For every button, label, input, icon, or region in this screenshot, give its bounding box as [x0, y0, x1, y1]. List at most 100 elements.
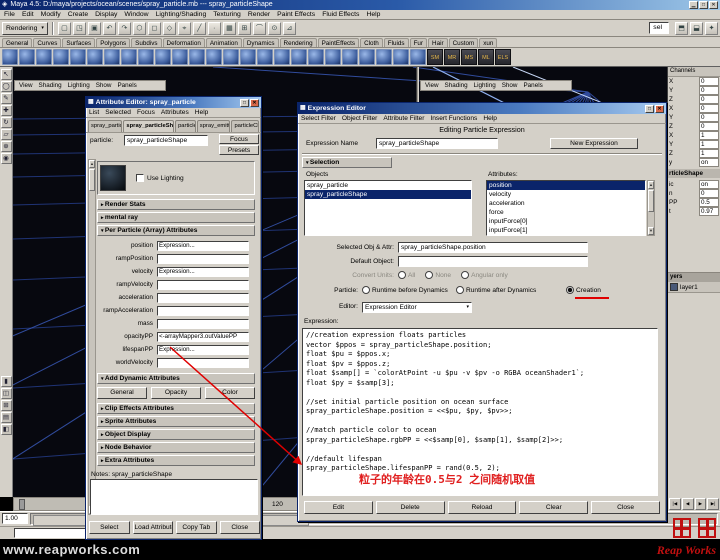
- attribute-value-field[interactable]: [157, 254, 249, 264]
- node-tab[interactable]: particleClo: [231, 120, 259, 132]
- shelf-item-icon[interactable]: [308, 49, 324, 65]
- layer-item[interactable]: layer1: [668, 282, 720, 293]
- render-globals-icon[interactable]: ✦: [705, 22, 718, 35]
- shelf-tab[interactable]: Fur: [410, 38, 427, 47]
- footer-button[interactable]: Select: [89, 521, 130, 534]
- channel-box-menu[interactable]: Channels: [668, 67, 720, 77]
- scroll-up-icon[interactable]: ▲: [648, 181, 654, 189]
- node-tab[interactable]: spray_particle: [88, 120, 122, 132]
- attribute-value-field[interactable]: [157, 293, 249, 303]
- expression-text-area[interactable]: //creation expression floats particlesve…: [302, 328, 658, 496]
- shelf-item-icon[interactable]: [70, 49, 86, 65]
- expression-name-field[interactable]: spray_particleShape: [376, 138, 498, 149]
- menubar-item[interactable]: Fluid Effects: [322, 10, 359, 19]
- shelf-item-icon[interactable]: [291, 49, 307, 65]
- section-render-stats[interactable]: Render Stats: [97, 199, 255, 210]
- shelf-item-icon[interactable]: [2, 49, 18, 65]
- lasso-tool-icon[interactable]: ◯: [1, 81, 12, 92]
- runtime-after-dynamics-radio[interactable]: Runtime after Dynamics: [456, 286, 536, 294]
- shelf-item-icon[interactable]: [257, 49, 273, 65]
- menubar-item[interactable]: Create: [68, 10, 88, 19]
- menubar-item[interactable]: Lighting/Shading: [156, 10, 207, 19]
- selected-obj-field[interactable]: spray_particleShape.position: [398, 242, 588, 253]
- panel-menu-item[interactable]: Show: [96, 81, 112, 90]
- channel-value-field[interactable]: 0.97: [699, 207, 719, 216]
- menu-item[interactable]: Select Filter: [301, 114, 336, 123]
- maximize-icon[interactable]: □: [645, 105, 654, 113]
- menu-item[interactable]: List: [89, 108, 99, 117]
- add-attribute-button[interactable]: Color: [205, 387, 255, 399]
- shelf-item-icon[interactable]: [325, 49, 341, 65]
- channel-value-field[interactable]: on: [699, 180, 719, 189]
- menubar-item[interactable]: Window: [124, 10, 148, 19]
- attribute-value-field[interactable]: Expression...: [157, 241, 249, 251]
- close-icon[interactable]: ✕: [655, 105, 664, 113]
- panel-menu-item[interactable]: View: [425, 81, 439, 90]
- step-forward-icon[interactable]: ▶|: [707, 498, 719, 510]
- two-pane-layout-icon[interactable]: ◫: [1, 388, 12, 399]
- shelf-item-icon[interactable]: [410, 49, 426, 65]
- shelf-tab[interactable]: Fluids: [384, 38, 409, 47]
- footer-button[interactable]: Reload: [448, 501, 517, 514]
- section-mental-ray[interactable]: mental ray: [97, 212, 255, 223]
- menubar-item[interactable]: File: [4, 10, 15, 19]
- attribute-list-item[interactable]: velocity: [487, 190, 645, 199]
- select-tool-icon[interactable]: ↖: [1, 69, 12, 80]
- section-add-dynamic[interactable]: Add Dynamic Attributes: [97, 373, 255, 384]
- shelf-tab[interactable]: Rendering: [280, 38, 317, 47]
- menu-item[interactable]: Insert Functions: [430, 114, 477, 123]
- move-tool-icon[interactable]: ✚: [1, 105, 12, 116]
- channel-value-field[interactable]: 0: [699, 113, 719, 122]
- panel-menu-item[interactable]: View: [19, 81, 33, 90]
- quick-select-field[interactable]: sel: [649, 22, 669, 34]
- menubar-item[interactable]: Help: [366, 10, 380, 19]
- attribute-value-field[interactable]: [157, 358, 249, 368]
- panel-menu-item[interactable]: Shading: [39, 81, 62, 90]
- presets-button[interactable]: Presets: [219, 145, 259, 155]
- shelf-tab[interactable]: Hair: [428, 38, 448, 47]
- maximize-icon[interactable]: □: [240, 99, 249, 107]
- panel-menu-item[interactable]: Lighting: [68, 81, 90, 90]
- menubar-item[interactable]: Texturing: [213, 10, 241, 19]
- attribute-value-field[interactable]: [157, 306, 249, 316]
- maximize-icon[interactable]: □: [699, 1, 708, 9]
- node-name-field[interactable]: spray_particleShape: [124, 135, 208, 146]
- redo-icon[interactable]: ↷: [118, 22, 131, 35]
- menubar-item[interactable]: Render: [248, 10, 270, 19]
- menu-item[interactable]: Attributes: [161, 108, 189, 117]
- footer-button[interactable]: Close: [591, 501, 660, 514]
- object-list-item[interactable]: spray_particleShape: [305, 190, 471, 199]
- shelf-item-icon[interactable]: [189, 49, 205, 65]
- attribute-list-item[interactable]: position: [487, 181, 645, 190]
- mentalray-shelf-icon[interactable]: SM: [427, 49, 443, 65]
- add-attribute-button[interactable]: General: [97, 387, 147, 399]
- menu-item[interactable]: Help: [195, 108, 209, 117]
- focus-button[interactable]: Focus: [219, 134, 259, 144]
- shelf-item-icon[interactable]: [53, 49, 69, 65]
- snap-to-plane-icon[interactable]: ⊿: [283, 22, 296, 35]
- section-header[interactable]: Clip Effects Attributes: [97, 403, 255, 414]
- shelf-item-icon[interactable]: [138, 49, 154, 65]
- close-icon[interactable]: ✕: [709, 1, 718, 9]
- menu-item[interactable]: Attribute Filter: [383, 114, 424, 123]
- attribute-list-item[interactable]: inputForce[1]: [487, 226, 645, 235]
- panel-menu-item[interactable]: Shading: [445, 81, 468, 90]
- channel-value-field[interactable]: 0: [699, 189, 719, 198]
- use-lighting-checkbox[interactable]: Use Lighting: [136, 174, 184, 182]
- convert-units-radio[interactable]: Angular only: [461, 271, 508, 279]
- channel-value-field[interactable]: 0.5: [699, 198, 719, 207]
- open-scene-icon[interactable]: ◳: [73, 22, 86, 35]
- notes-box[interactable]: [90, 479, 258, 515]
- menu-item[interactable]: Object Filter: [342, 114, 378, 123]
- footer-button[interactable]: Close: [220, 521, 261, 534]
- play-back-icon[interactable]: ◀: [682, 498, 694, 510]
- shelf-tab[interactable]: Curves: [33, 38, 61, 47]
- current-time-indicator[interactable]: [19, 499, 25, 510]
- step-back-icon[interactable]: |◀: [669, 498, 681, 510]
- snap-to-grid-icon[interactable]: ⊞: [238, 22, 251, 35]
- object-list-item[interactable]: spray_particle: [305, 181, 471, 190]
- single-pane-layout-icon[interactable]: ▮: [1, 376, 12, 387]
- attribute-value-field[interactable]: Expression...: [157, 267, 249, 277]
- attribute-value-field[interactable]: [157, 319, 249, 329]
- section-header[interactable]: Object Display: [97, 429, 255, 440]
